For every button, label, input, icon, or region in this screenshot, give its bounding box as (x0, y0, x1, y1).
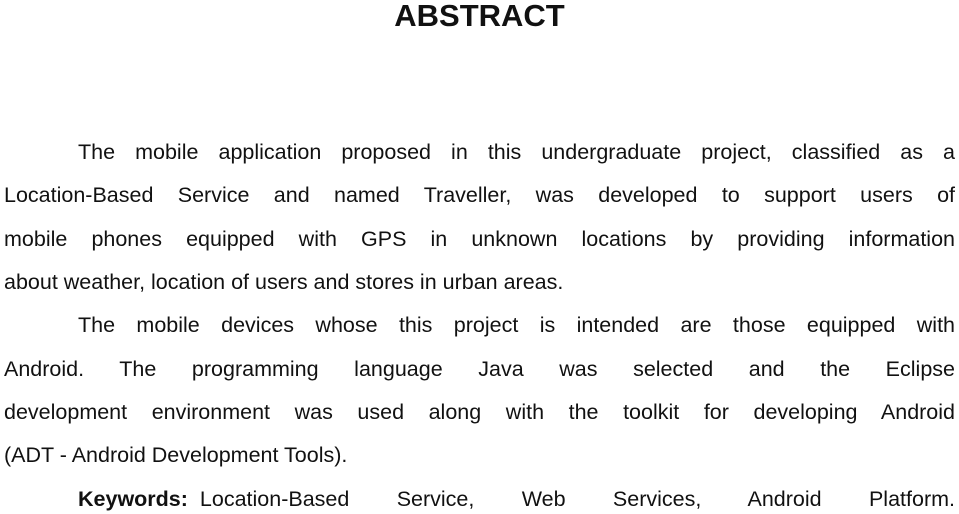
text-line: development environment was used along w… (4, 400, 955, 424)
text-line: The mobile application proposed in this … (78, 140, 955, 164)
text-line: about weather, location of users and sto… (4, 270, 564, 294)
abstract-title: ABSTRACT (394, 0, 565, 33)
keywords-line: Keywords: Location-Based Service, Web Se… (78, 485, 955, 513)
keywords-text: Location-Based Service, Web Services, An… (199, 487, 955, 511)
keywords-label: Keywords: (78, 487, 188, 511)
text-line: Android. The programming language Java w… (4, 357, 955, 381)
text-line: The mobile devices whose this project is… (78, 313, 955, 337)
text-line: (ADT - Android Development Tools). (4, 443, 348, 467)
text-line: mobile phones equipped with GPS in unkno… (4, 227, 955, 251)
text-line: Location-Based Service and named Travell… (4, 183, 955, 207)
